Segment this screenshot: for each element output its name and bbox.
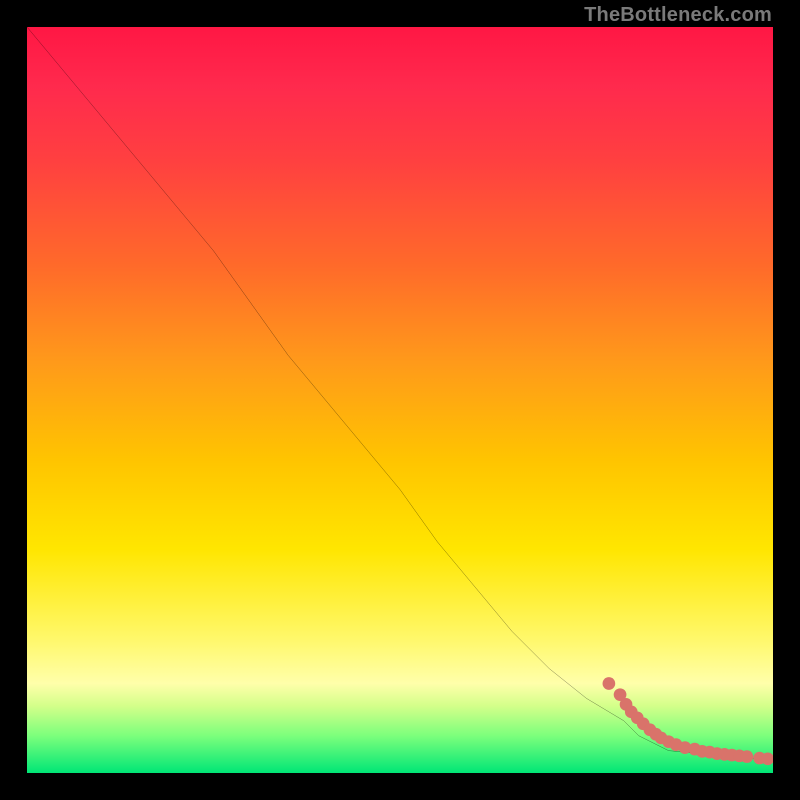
data-point (603, 677, 616, 690)
chart-root: TheBottleneck.com (0, 0, 800, 800)
plot-area (27, 27, 773, 773)
watermark-text: TheBottleneck.com (584, 4, 772, 27)
data-point (741, 750, 754, 763)
bottleneck-curve (27, 27, 773, 760)
near-optimal-points (603, 677, 773, 765)
chart-overlay (27, 27, 773, 773)
